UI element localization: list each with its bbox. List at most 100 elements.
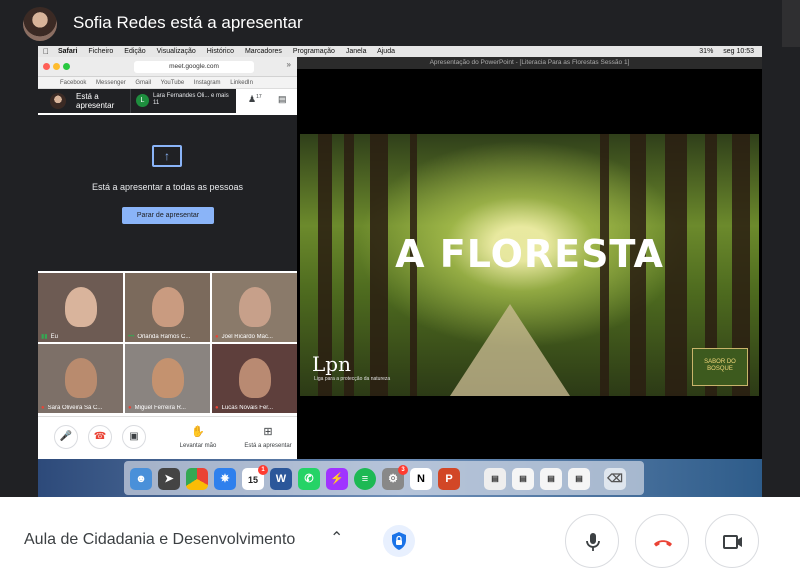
chat-icon[interactable]: ▤ <box>278 94 287 105</box>
participant-video <box>152 287 184 327</box>
presenting-label: Está a apresentar <box>76 92 115 110</box>
menu-item: Edição <box>124 48 146 55</box>
present-icon[interactable]: ⊞ <box>238 425 298 438</box>
mic-button[interactable] <box>565 514 619 568</box>
finder-icon[interactable]: ☻ <box>130 468 152 490</box>
minimize-window-icon[interactable] <box>53 63 60 70</box>
participant-name: ••• Orlanda Ramos C... <box>128 334 191 340</box>
whatsapp-icon[interactable]: ✆ <box>298 468 320 490</box>
menu-items: Safari Ficheiro Edição Visualização Hist… <box>58 48 404 55</box>
people-icon[interactable]: ♟17 <box>248 94 262 105</box>
url-bar[interactable]: meet.google.com <box>134 61 254 73</box>
meeting-title[interactable]: Aula de Cidadania e Desenvolvimento <box>24 531 295 549</box>
presenting-panel: ↑ Está a apresentar a todas as pessoas P… <box>38 115 297 271</box>
raise-hand-icon[interactable]: ✋ <box>168 425 228 438</box>
menu-item: Histórico <box>206 48 235 55</box>
chevron-up-icon[interactable]: ⌃ <box>330 528 343 548</box>
participant-grid: ▮▮ Eu ••• Orlanda Ramos C... ● Joel Ricardo… <box>38 273 297 415</box>
notion-icon[interactable]: N <box>410 468 432 490</box>
bookmark[interactable]: Instagram <box>194 80 221 86</box>
document-icon[interactable]: ▤ <box>484 468 506 490</box>
bookmark[interactable]: Messenger <box>96 80 126 86</box>
presenting-control-label[interactable]: Está a apresentar <box>238 443 298 449</box>
safari-toolbar: meet.google.com » <box>38 57 297 77</box>
settings-badge: 3 <box>398 465 408 475</box>
speaking-icon: ▮▮ <box>41 334 48 340</box>
battery-level: 31% <box>699 48 714 55</box>
system-preferences-icon[interactable]: ⚙ 3 <box>382 465 408 490</box>
shared-screen:  Safari Ficheiro Edição Visualização Hi… <box>38 46 762 497</box>
participant-tile[interactable]: ▮▮ Eu <box>38 273 123 342</box>
participant-tile[interactable]: ● Miguel Ferreira R... <box>125 344 210 413</box>
bookmark[interactable]: Facebook <box>60 80 86 86</box>
calendar-badge: 1 <box>258 465 268 475</box>
stop-presenting-button[interactable]: Parar de apresentar <box>122 207 214 224</box>
document-icon[interactable]: ▤ <box>568 468 590 490</box>
people-count: 17 <box>256 94 262 100</box>
participant-label: Lara Fernandes Oli... e mais 11 <box>153 93 229 106</box>
safari-icon[interactable]: ✵ <box>214 468 236 490</box>
forest-path <box>450 304 570 396</box>
participant-video <box>65 287 97 327</box>
participant-tile[interactable]: ● Sara Oliveira Sá C... <box>38 344 123 413</box>
mac-dock: ☻ ➤ ✵ 15 1 W ✆ ⚡ ≡ ⚙ 3 N P ▤ ▤ ▤ ▤ ⌫ <box>38 459 762 497</box>
raise-hand-label[interactable]: Levantar mão <box>168 443 228 449</box>
mic-icon <box>586 533 600 551</box>
chrome-icon[interactable] <box>186 468 208 490</box>
presenting-message: Está a apresentar a todas as pessoas <box>91 182 244 192</box>
apple-icon:  <box>43 47 49 56</box>
menu-item: Ficheiro <box>88 48 114 55</box>
participant-tile[interactable]: ● Joel Ricardo Mac... <box>212 273 297 342</box>
participant-tile-partial[interactable] <box>782 0 800 47</box>
mac-menubar:  Safari Ficheiro Edição Visualização Hi… <box>38 46 762 57</box>
camera-button[interactable] <box>705 514 759 568</box>
badge-logo: SABOR DO BOSQUE <box>692 348 748 386</box>
bookmark[interactable]: Gmail <box>135 80 151 86</box>
participant-name: ● Lucas Novais Fer... <box>215 405 273 411</box>
camera-icon <box>723 535 742 549</box>
menu-status: 31% seg 10:53 <box>691 48 754 55</box>
security-shield-icon[interactable] <box>383 525 415 557</box>
bookmark[interactable]: YouTube <box>161 80 185 86</box>
spotify-icon[interactable]: ≡ <box>354 468 376 490</box>
presenter-avatar <box>23 7 57 41</box>
mic-button[interactable]: 🎤 <box>54 425 78 449</box>
participant-name: ● Sara Oliveira Sá C... <box>41 405 103 411</box>
meet-header: Está a apresentar L Lara Fernandes Oli..… <box>38 89 297 113</box>
powerpoint-icon[interactable]: P <box>438 468 460 490</box>
menu-item: Janela <box>345 48 367 55</box>
launchpad-icon[interactable]: ➤ <box>158 468 180 490</box>
messenger-icon[interactable]: ⚡ <box>326 468 348 490</box>
lpn-tagline: Liga para a protecção da natureza <box>314 376 391 382</box>
hangup-button[interactable]: ☎ <box>88 425 112 449</box>
participant-name: ● Miguel Ferreira R... <box>128 405 186 411</box>
meet-bottom-bar: Aula de Cidadania e Desenvolvimento ⌃ <box>0 497 800 575</box>
participants-chip[interactable]: L Lara Fernandes Oli... e mais 11 <box>130 89 236 113</box>
presenter-title: Sofia Redes está a apresentar <box>73 13 303 32</box>
lpn-logo: Lpn <box>312 352 351 376</box>
participant-initial: L <box>136 94 149 107</box>
avatar <box>50 93 66 109</box>
trash-icon[interactable]: ⌫ <box>604 468 626 490</box>
participant-tile[interactable]: ● Lucas Novais Fer... <box>212 344 297 413</box>
participant-name: ● Joel Ricardo Mac... <box>215 334 273 340</box>
menu-item: Safari <box>58 48 78 55</box>
bookmarks-bar: Facebook Messenger Gmail YouTube Instagr… <box>38 77 297 89</box>
powerpoint-window: Apresentação do PowerPoint - [Literacia … <box>297 57 762 459</box>
powerpoint-title: Apresentação do PowerPoint - [Literacia … <box>297 57 762 69</box>
camera-button[interactable]: ▣ <box>122 425 146 449</box>
hangup-button[interactable] <box>635 514 689 568</box>
presenter-bar: Sofia Redes está a apresentar <box>0 0 800 47</box>
more-icon[interactable]: » <box>287 60 291 69</box>
document-icon[interactable]: ▤ <box>512 468 534 490</box>
close-window-icon[interactable] <box>43 63 50 70</box>
zoom-window-icon[interactable] <box>63 63 70 70</box>
participant-tile[interactable]: ••• Orlanda Ramos C... <box>125 273 210 342</box>
bookmark[interactable]: LinkedIn <box>230 80 253 86</box>
document-icon[interactable]: ▤ <box>540 468 562 490</box>
calendar-icon[interactable]: 15 1 <box>242 465 268 490</box>
participant-video <box>65 358 97 398</box>
mic-off-icon: ● <box>41 405 45 411</box>
word-icon[interactable]: W <box>270 468 292 490</box>
shield-lock-icon <box>392 532 406 550</box>
